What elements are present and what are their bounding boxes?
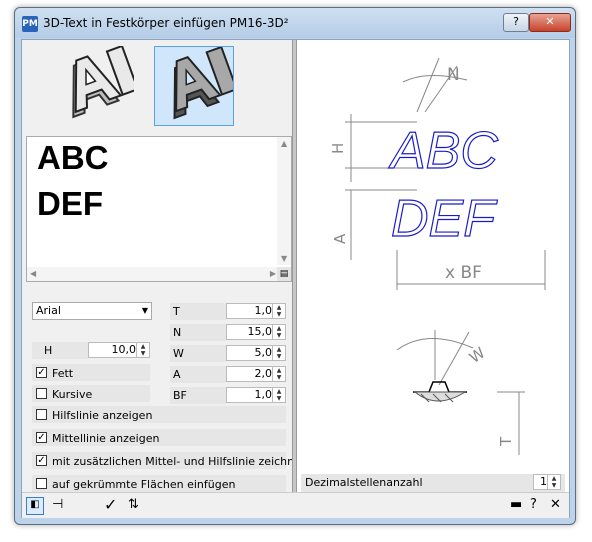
outline-3d-text-icon (72, 44, 140, 119)
w-line-angled (438, 331, 470, 386)
param-t-input[interactable]: 1,0 ▲ ▼ (226, 303, 286, 319)
decimals-input[interactable]: 1 ▲ ▼ (533, 474, 561, 490)
font-select[interactable]: Arial ▼ (32, 302, 152, 320)
param-w-input[interactable]: 5,0 ▲ ▼ (226, 345, 286, 361)
help-icon[interactable]: ? (530, 498, 537, 512)
param-bf-input[interactable]: 1,0 ▲ ▼ (226, 387, 286, 403)
param-h-value: 10,0 (111, 343, 137, 356)
spin-arrows-icon[interactable]: ▲ ▼ (272, 367, 285, 381)
spin-arrows-icon[interactable]: ▲ ▼ (272, 304, 285, 318)
cross-section-hatch (413, 391, 467, 402)
gekruemmt-checkbox[interactable] (36, 478, 47, 489)
fett-label: Fett (52, 367, 74, 380)
zusaetzlich-label: mit zusätzlichen Mittel- und Hilfslinie … (52, 455, 308, 468)
window-title: 3D-Text in Festkörper einfügen PM16-3D² (43, 16, 289, 30)
n-line-left (416, 57, 440, 113)
dim-n-text: N (447, 65, 460, 85)
param-n-input[interactable]: 15,0 ▲ ▼ (226, 324, 286, 340)
minimize-icon[interactable]: ▬ (510, 498, 522, 512)
param-n-label: N (173, 326, 182, 339)
zusaetzlich-checkbox[interactable]: ✓ (36, 455, 47, 466)
diagram-panel: N H ABC A DEF x BF W T Dezimalstellenanz… (297, 40, 569, 492)
text-input-area[interactable]: ABC DEF ▲ ▼ ◀ ▶ ▤ (26, 136, 292, 282)
decimals-value: 1 (540, 475, 547, 488)
checkbox-row-bg (32, 364, 150, 381)
param-w-label: W (173, 347, 184, 360)
dimension-diagram: N H ABC A DEF x BF W T (329, 57, 546, 455)
dim-h-text: H (329, 143, 347, 154)
dialog-window: PM 3D-Text in Festkörper einfügen PM16-3… (14, 7, 576, 525)
param-bf-value: 1,0 (254, 388, 273, 401)
text-line-1: ABC (37, 139, 109, 176)
param-t-value: 1,0 (254, 304, 273, 317)
resize-grip-icon[interactable]: ▤ (277, 267, 291, 281)
param-bf-label: BF (173, 389, 187, 402)
scroll-up-icon[interactable]: ▲ (281, 139, 287, 148)
dim-t-text: T (497, 436, 515, 447)
style-thumbnail-solid[interactable] (154, 45, 238, 126)
diagram-text-line-2: DEF (391, 190, 498, 248)
client-area: ABC DEF ▲ ▼ ◀ ▶ ▤ Arial ▼ T 1,0 ▲ ▼ N 15… (21, 39, 570, 518)
solid-3d-text-icon (173, 45, 238, 120)
app-icon: PM (22, 16, 38, 32)
title-bar[interactable]: PM 3D-Text in Festkörper einfügen PM16-3… (15, 8, 575, 38)
param-h-label: H (44, 344, 53, 357)
chevron-down-icon[interactable]: ▼ (142, 303, 148, 319)
apply-icon[interactable]: ⇅ (128, 498, 139, 512)
diagram-text-line-1: ABC (388, 122, 498, 180)
param-t-label: T (173, 305, 180, 318)
scroll-right-icon[interactable]: ▶ (270, 269, 276, 278)
spin-arrows-icon[interactable]: ▲ ▼ (272, 346, 285, 360)
param-w-value: 5,0 (254, 346, 273, 359)
param-n-value: 15,0 (247, 325, 273, 338)
decimals-row: Dezimalstellenanzahl 1 ▲ ▼ (301, 474, 565, 492)
mittellinie-checkbox[interactable]: ✓ (36, 432, 47, 443)
kursive-checkbox[interactable] (36, 388, 47, 399)
fett-checkbox[interactable]: ✓ (36, 367, 47, 378)
left-panel: ABC DEF ▲ ▼ ◀ ▶ ▤ Arial ▼ T 1,0 ▲ ▼ N 15… (22, 40, 308, 492)
param-row-bg (32, 342, 88, 359)
text-line-2: DEF (37, 185, 103, 222)
decimals-label: Dezimalstellenanzahl (305, 476, 423, 489)
scroll-left-icon[interactable]: ◀ (30, 269, 36, 278)
param-a-value: 2,0 (254, 367, 273, 380)
help-button[interactable]: ? (503, 13, 529, 32)
horizontal-scrollbar[interactable]: ◀ ▶ (27, 267, 279, 281)
vertical-scrollbar[interactable]: ▲ ▼ (277, 137, 291, 265)
close-icon[interactable]: ✕ (550, 498, 561, 512)
pin-icon[interactable]: ⊣ (52, 498, 63, 512)
style-thumbnail-outline[interactable] (54, 44, 140, 126)
hilfslinie-label: Hilfslinie anzeigen (52, 409, 153, 422)
gekruemmt-label: auf gekrümmte Flächen einfügen (52, 478, 236, 491)
spin-arrows-icon[interactable]: ▲ ▼ (547, 475, 560, 489)
kursive-label: Kursive (52, 388, 93, 401)
panel-toggle-icon[interactable]: ◧ (26, 497, 44, 515)
param-a-input[interactable]: 2,0 ▲ ▼ (226, 366, 286, 382)
spin-arrows-icon[interactable]: ▲ ▼ (272, 388, 285, 402)
dim-a-text: A (331, 233, 349, 244)
ok-check-icon[interactable]: ✓ (104, 497, 117, 513)
dim-bf-text: x BF (445, 263, 482, 283)
font-select-value: Arial (36, 304, 61, 317)
bottom-toolbar: ◧ ⊣ ✓ ⇅ ▬ ? ✕ (22, 492, 569, 518)
param-h-input[interactable]: 10,0 ▲ ▼ (88, 342, 150, 358)
param-a-label: A (173, 368, 181, 381)
spin-arrows-icon[interactable]: ▲ ▼ (272, 325, 285, 339)
hilfslinie-checkbox[interactable] (36, 409, 47, 420)
spin-arrows-icon[interactable]: ▲ ▼ (136, 343, 149, 357)
close-button[interactable]: ✕ (529, 13, 571, 32)
scroll-down-icon[interactable]: ▼ (281, 254, 287, 263)
mittellinie-label: Mittellinie anzeigen (52, 432, 160, 445)
